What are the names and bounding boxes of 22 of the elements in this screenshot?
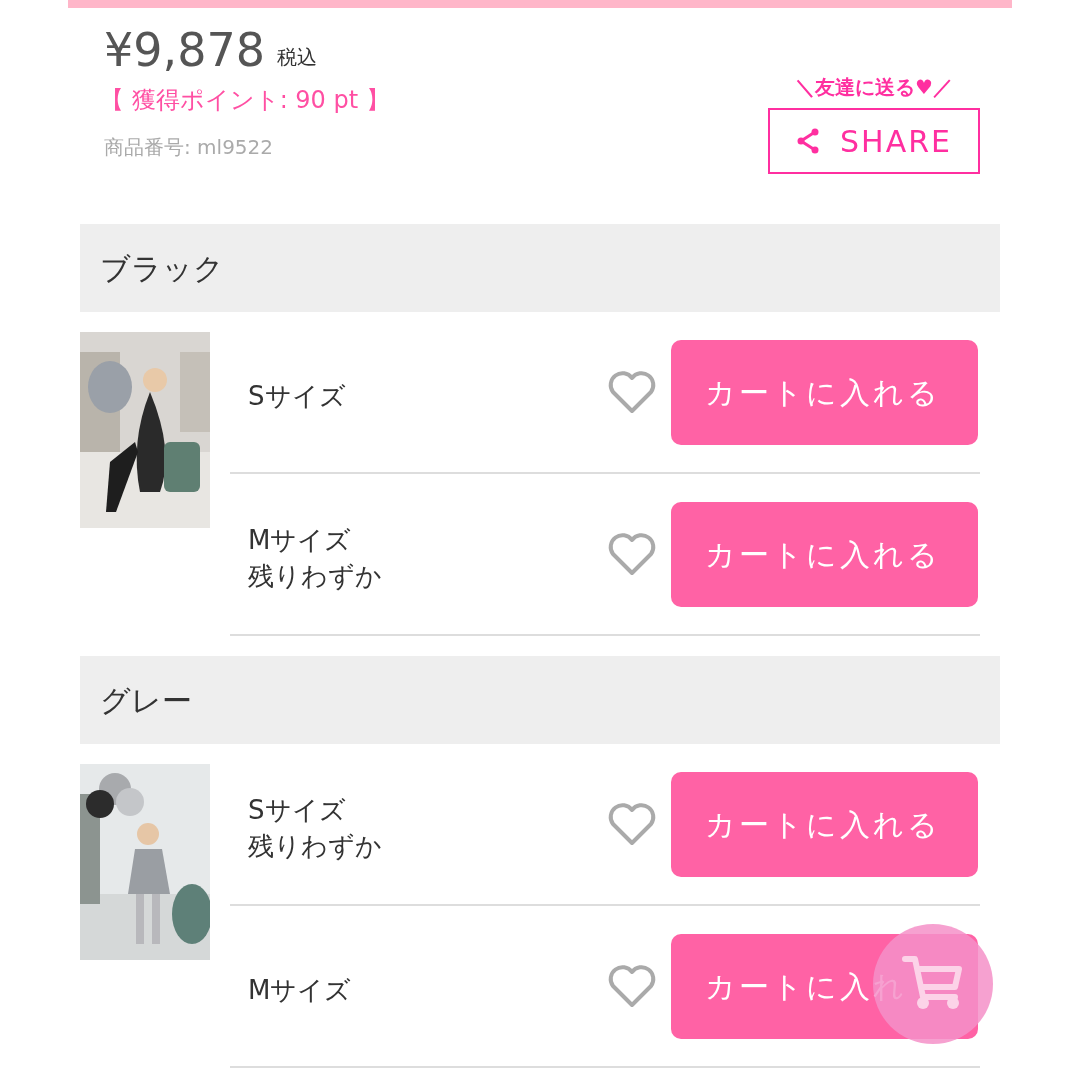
product-code: 商品番号: ml9522 [104,134,275,161]
add-to-cart-button[interactable]: カートに入れる [671,501,978,607]
size-label: Sサイズ [248,794,347,827]
size-label: 残りわずか [248,560,383,593]
points-text: 【 獲得ポイント: 90 pt 】 [100,85,390,116]
color-name: ブラック [100,249,224,288]
size-label: 残りわずか [248,830,383,863]
heart-icon[interactable] [607,370,657,414]
add-to-cart-button[interactable]: カートに入れる [671,339,978,445]
size-label: Sサイズ [248,380,347,413]
add-to-cart-button[interactable]: カートに入れる [671,771,978,877]
share-icon [796,128,821,154]
heart-icon[interactable] [607,802,657,846]
share-caption: ＼友達に送る♥／ [795,74,953,101]
heart-icon[interactable] [607,964,657,1008]
price: ¥9,878 [104,22,265,78]
color-name: グレー [100,681,192,720]
heart-icon[interactable] [607,532,657,576]
size-label: Mサイズ [248,524,353,557]
tax-label: 税込 [276,44,317,71]
share-button[interactable]: SHARE [768,108,980,174]
size-label: Mサイズ [248,974,353,1007]
